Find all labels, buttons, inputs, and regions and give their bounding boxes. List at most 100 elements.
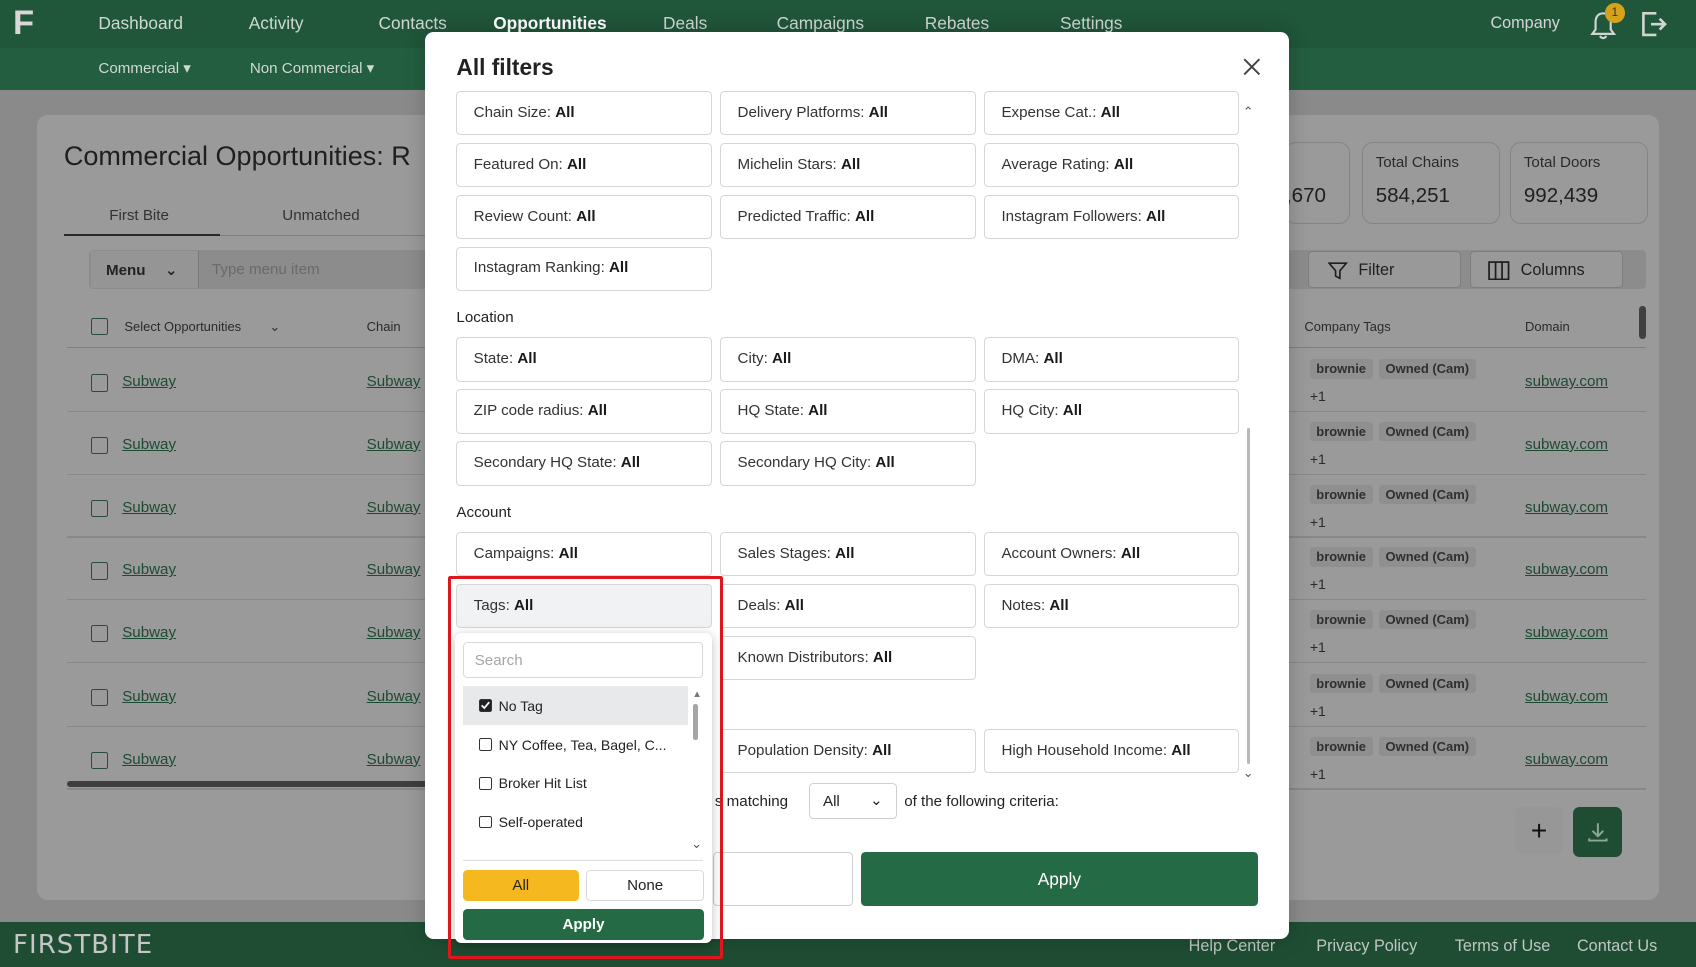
row-checkbox[interactable] xyxy=(90,374,109,392)
tags-apply-button[interactable]: Apply xyxy=(462,908,705,940)
filter-high-household-income[interactable]: High Household Income: All xyxy=(984,728,1240,774)
chevron-down-icon[interactable]: ⌄ xyxy=(269,319,280,335)
header-company-tags[interactable]: Company Tags xyxy=(1304,319,1390,334)
columns-button[interactable]: Columns xyxy=(1469,250,1624,288)
apply-filters-button[interactable]: Apply xyxy=(860,852,1258,907)
tag-checkbox[interactable] xyxy=(479,776,493,790)
nav-opportunities[interactable]: Opportunities xyxy=(493,13,606,34)
filter-account-owners[interactable]: Account Owners: All xyxy=(984,532,1240,577)
filter-deals[interactable]: Deals: All xyxy=(720,584,976,629)
filter-instagram-ranking[interactable]: Instagram Ranking: All xyxy=(456,246,712,291)
row-opportunity-link[interactable]: Subway xyxy=(122,751,176,768)
filter-city[interactable]: City: All xyxy=(720,337,976,382)
row-opportunity-link[interactable]: Subway xyxy=(122,373,176,390)
filter-delivery-platforms[interactable]: Delivery Platforms: All xyxy=(720,90,976,136)
clear-button[interactable] xyxy=(712,852,854,907)
tag-option[interactable]: Broker Hit List xyxy=(463,764,688,803)
row-chain-link[interactable]: Subway xyxy=(367,751,421,768)
filter-average-rating[interactable]: Average Rating: All xyxy=(984,142,1240,188)
logout-icon[interactable] xyxy=(1638,9,1668,39)
tags-list-scrollbar[interactable] xyxy=(693,704,698,740)
row-chain-link[interactable]: Subway xyxy=(367,624,421,641)
nav-activity[interactable]: Activity xyxy=(249,13,304,34)
row-checkbox[interactable] xyxy=(90,688,109,707)
filter-secondary-hq-state[interactable]: Secondary HQ State: All xyxy=(456,441,712,486)
select-none-tags-button[interactable]: None xyxy=(586,869,705,901)
row-domain-link[interactable]: subway.com xyxy=(1525,624,1608,641)
row-tag-more[interactable]: +1 xyxy=(1310,514,1326,530)
tag-checkbox[interactable] xyxy=(479,698,493,712)
filter-dma[interactable]: DMA: All xyxy=(984,337,1240,382)
filter-campaigns[interactable]: Campaigns: All xyxy=(456,532,712,577)
header-select-opportunities[interactable]: Select Opportunities xyxy=(124,319,241,334)
filter-secondary-hq-city[interactable]: Secondary HQ City: All xyxy=(720,441,976,486)
nav-deals[interactable]: Deals xyxy=(663,13,707,34)
nav-contacts[interactable]: Contacts xyxy=(379,13,447,34)
nav-rebates[interactable]: Rebates xyxy=(925,13,989,34)
filter-review-count[interactable]: Review Count: All xyxy=(456,194,712,240)
chevron-down-icon[interactable]: ⌄ xyxy=(691,836,702,852)
add-button[interactable]: + xyxy=(1515,806,1563,855)
footer-terms-of-use[interactable]: Terms of Use xyxy=(1455,937,1551,956)
nav-settings[interactable]: Settings xyxy=(1060,13,1123,34)
matching-mode-select[interactable]: All ⌄ xyxy=(809,783,897,819)
row-checkbox[interactable] xyxy=(90,751,109,769)
nav-campaigns[interactable]: Campaigns xyxy=(777,13,865,34)
filter-sales-stages[interactable]: Sales Stages: All xyxy=(720,532,976,577)
footer-privacy-policy[interactable]: Privacy Policy xyxy=(1316,937,1417,956)
tab-first-bite[interactable]: First Bite xyxy=(109,207,169,224)
row-opportunity-link[interactable]: Subway xyxy=(122,688,176,705)
header-chain[interactable]: Chain xyxy=(367,319,401,334)
row-domain-link[interactable]: subway.com xyxy=(1525,561,1608,578)
nav-dashboard[interactable]: Dashboard xyxy=(98,13,183,34)
subnav-commercial[interactable]: Commercial ▾ xyxy=(98,59,190,77)
row-opportunity-link[interactable]: Subway xyxy=(122,624,176,641)
footer-contact-us[interactable]: Contact Us xyxy=(1577,937,1657,956)
chevron-up-icon[interactable]: ⌃ xyxy=(1243,104,1254,120)
app-logo[interactable]: F xyxy=(13,6,37,41)
tag-option[interactable]: Self-operated xyxy=(463,803,688,842)
row-chain-link[interactable]: Subway xyxy=(367,373,421,390)
tab-unmatched[interactable]: Unmatched xyxy=(282,207,359,224)
row-chain-link[interactable]: Subway xyxy=(367,499,421,516)
row-opportunity-link[interactable]: Subway xyxy=(122,499,176,516)
row-tag-more[interactable]: +1 xyxy=(1310,388,1326,404)
filter-tags[interactable]: Tags: All xyxy=(456,584,712,629)
row-checkbox[interactable] xyxy=(90,562,109,580)
header-domain[interactable]: Domain xyxy=(1525,319,1570,334)
menu-type-select[interactable]: Menu ⌄ xyxy=(90,250,199,288)
row-domain-link[interactable]: subway.com xyxy=(1525,436,1608,453)
row-domain-link[interactable]: subway.com xyxy=(1525,373,1608,390)
filter-michelin-stars[interactable]: Michelin Stars: All xyxy=(720,142,976,188)
row-chain-link[interactable]: Subway xyxy=(367,688,421,705)
filter-chain-size[interactable]: Chain Size: All xyxy=(456,90,712,136)
row-checkbox[interactable] xyxy=(90,499,109,517)
filter-instagram-followers[interactable]: Instagram Followers: All xyxy=(984,194,1240,240)
table-horizontal-scrollbar[interactable] xyxy=(67,780,435,788)
tag-option[interactable]: NY Coffee, Tea, Bagel, C... xyxy=(463,725,688,764)
footer-help-center[interactable]: Help Center xyxy=(1189,937,1276,956)
company-menu[interactable]: Company xyxy=(1490,14,1559,33)
filter-button[interactable]: Filter xyxy=(1307,250,1462,288)
row-opportunity-link[interactable]: Subway xyxy=(122,436,176,453)
chevron-down-icon[interactable]: ⌄ xyxy=(1243,765,1254,781)
row-chain-link[interactable]: Subway xyxy=(367,436,421,453)
row-tag-more[interactable]: +1 xyxy=(1310,451,1326,467)
row-tag-more[interactable]: +1 xyxy=(1310,639,1326,655)
row-tag-more[interactable]: +1 xyxy=(1310,703,1326,719)
row-chain-link[interactable]: Subway xyxy=(367,561,421,578)
filter-expense-cat[interactable]: Expense Cat.: All xyxy=(984,90,1240,136)
row-opportunity-link[interactable]: Subway xyxy=(122,561,176,578)
row-tag-more[interactable]: +1 xyxy=(1310,766,1326,782)
subnav-non-commercial[interactable]: Non Commercial ▾ xyxy=(250,59,374,77)
tag-option[interactable]: No Tag xyxy=(462,685,688,725)
filter-zip-code-radius[interactable]: ZIP code radius: All xyxy=(456,389,712,434)
filter-featured-on[interactable]: Featured On: All xyxy=(456,142,712,188)
select-all-tags-button[interactable]: All xyxy=(462,869,579,901)
row-domain-link[interactable]: subway.com xyxy=(1525,499,1608,516)
filter-hq-state[interactable]: HQ State: All xyxy=(720,389,976,434)
close-icon[interactable] xyxy=(1241,56,1263,78)
table-vertical-scrollbar[interactable] xyxy=(1638,306,1647,339)
select-all-checkbox[interactable] xyxy=(90,317,109,336)
download-button[interactable] xyxy=(1572,806,1623,857)
